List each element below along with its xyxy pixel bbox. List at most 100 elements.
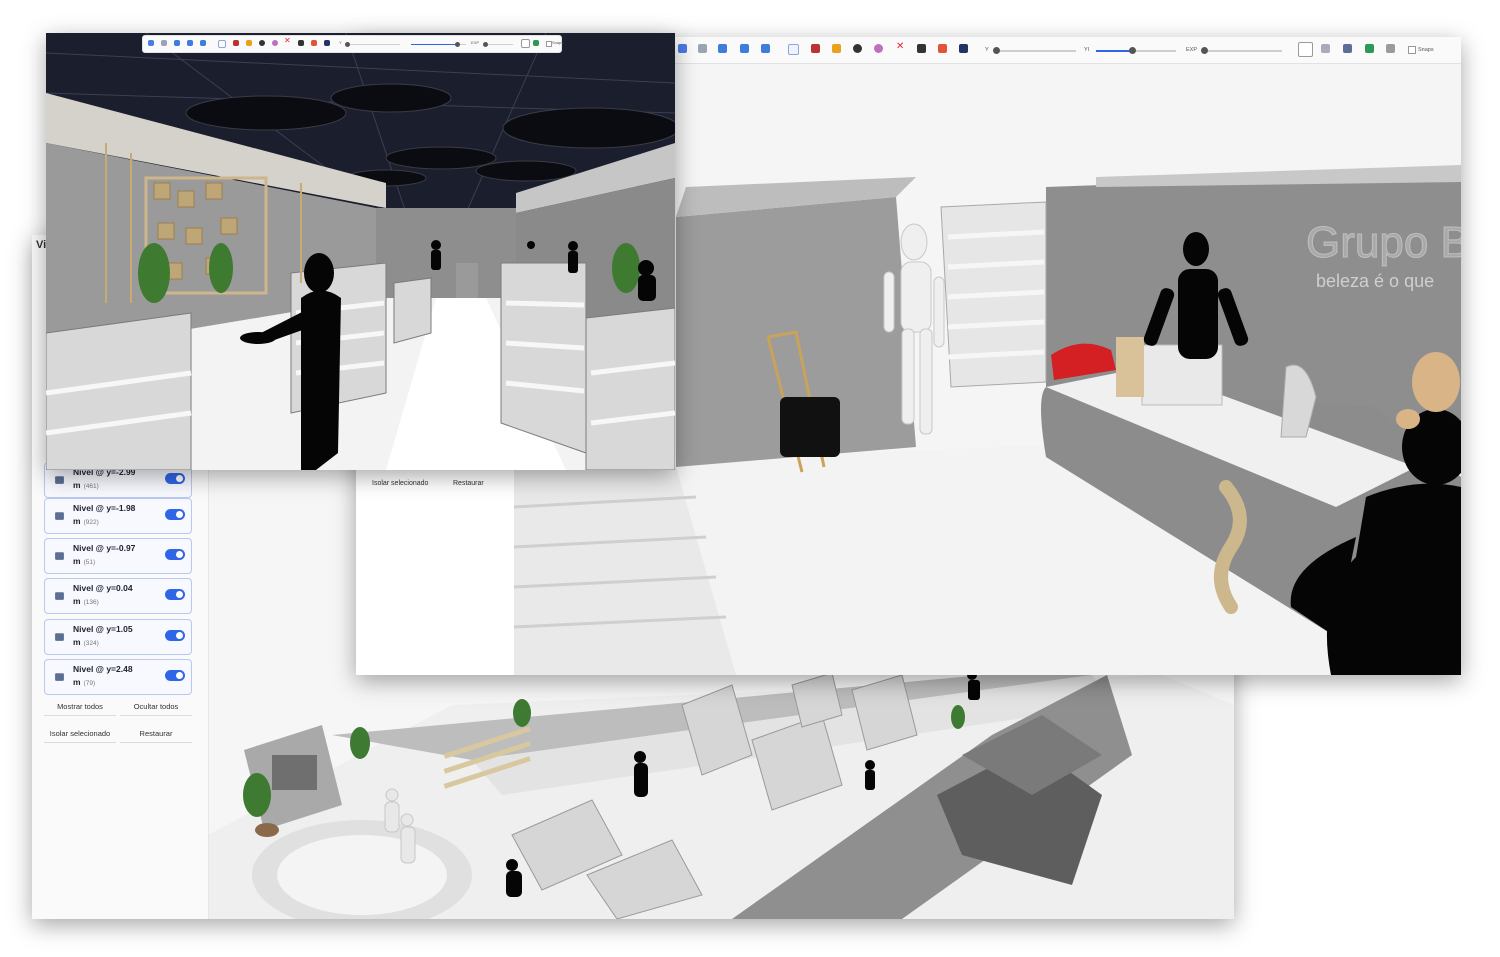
exp-slider-label: EXP <box>471 40 480 45</box>
close-icon[interactable]: ✕ <box>896 41 905 52</box>
save-icon[interactable] <box>324 40 330 46</box>
y-slider[interactable] <box>345 42 400 47</box>
ruler-icon[interactable] <box>1321 44 1330 53</box>
exp-slider[interactable] <box>1201 47 1282 54</box>
level-count: (79) <box>83 680 96 687</box>
y-slider-knob[interactable] <box>993 47 1000 54</box>
level-label: Nivel @ y=2.48 <box>73 664 133 674</box>
level-count: (461) <box>83 483 99 490</box>
trash-icon[interactable] <box>1386 44 1395 53</box>
level-unit: m (51) <box>73 556 96 566</box>
level-row[interactable]: Nivel @ y=0.04 m (136) <box>44 578 192 614</box>
snaps-label: Snaps <box>552 40 564 45</box>
level-row[interactable]: Nivel @ y=2.48 m (79) <box>44 659 192 695</box>
level-unit: m (136) <box>73 596 99 606</box>
close-icon[interactable]: ✕ <box>284 36 293 45</box>
yi-slider-knob[interactable] <box>1129 47 1136 54</box>
export-icon[interactable] <box>1365 44 1374 53</box>
show-all-button[interactable]: Mostrar todos <box>44 699 116 716</box>
cut-icon[interactable] <box>233 40 239 46</box>
color-swatch-icon[interactable] <box>938 44 947 53</box>
level-visibility-toggle[interactable] <box>165 509 185 520</box>
front-app-window: ✕ Y EXP Snaps <box>46 33 675 470</box>
paint-icon[interactable] <box>874 44 883 53</box>
level-row[interactable]: Nivel @ y=-1.98 m (922) <box>44 498 192 534</box>
paint-icon[interactable] <box>272 40 278 46</box>
level-label: Nivel @ y=0.04 <box>73 583 133 593</box>
lock-icon[interactable] <box>246 40 252 46</box>
exp-slider-knob[interactable] <box>1201 47 1208 54</box>
layer-icon <box>55 673 64 681</box>
camera-top-icon[interactable] <box>200 40 206 46</box>
exp-slider-label: EXP <box>1186 47 1198 53</box>
yi-slider-fill <box>1096 50 1132 52</box>
level-label: Nivel @ y=-0.97 <box>73 543 136 553</box>
pen-icon[interactable] <box>1298 42 1313 57</box>
isolate-selected-button[interactable]: Isolar selecionado <box>372 480 428 487</box>
export-icon[interactable] <box>533 40 539 46</box>
camera-side-icon[interactable] <box>187 40 193 46</box>
camera-top-icon[interactable] <box>761 44 770 53</box>
measure-icon[interactable] <box>698 44 707 53</box>
select-icon[interactable] <box>218 40 226 48</box>
layer-icon <box>55 476 64 484</box>
yi-slider[interactable] <box>1096 47 1176 54</box>
yi-slider[interactable] <box>411 42 466 47</box>
y-slider-label: Y <box>339 40 342 45</box>
level-visibility-toggle[interactable] <box>165 670 185 681</box>
stop-icon[interactable] <box>298 40 304 46</box>
wall-sign-brand: Grupo Bo <box>1306 218 1461 267</box>
wall-sign-tagline: beleza é o que <box>1316 271 1434 291</box>
level-count: (136) <box>83 599 99 606</box>
level-unit: m (324) <box>73 637 99 647</box>
layer-icon <box>55 552 64 560</box>
stop-icon[interactable] <box>917 44 926 53</box>
exp-slider[interactable] <box>483 42 513 47</box>
level-visibility-toggle[interactable] <box>165 473 185 484</box>
y-slider[interactable] <box>993 47 1076 54</box>
level-unit: m (461) <box>73 480 99 490</box>
level-visibility-toggle[interactable] <box>165 630 185 641</box>
sidebar-title: Vi <box>36 239 47 251</box>
snaps-label: Snaps <box>1418 47 1434 53</box>
point-icon[interactable] <box>259 40 265 46</box>
level-unit: m (79) <box>73 677 96 687</box>
level-count: (922) <box>83 519 99 526</box>
select-icon[interactable] <box>788 44 799 55</box>
restore-button[interactable]: Restaurar <box>120 726 192 743</box>
level-label: Nivel @ y=-1.98 <box>73 503 136 513</box>
image-icon[interactable] <box>1343 44 1352 53</box>
level-visibility-toggle[interactable] <box>165 549 185 560</box>
store-aisle-viewport[interactable] <box>46 33 675 470</box>
zoom-icon[interactable] <box>148 40 154 46</box>
exp-slider-knob[interactable] <box>483 42 488 47</box>
zoom-icon[interactable] <box>678 44 687 53</box>
camera-side-icon[interactable] <box>740 44 749 53</box>
level-row[interactable]: Nivel @ y=-0.97 m (51) <box>44 538 192 574</box>
yi-slider-label: YI <box>1084 47 1090 53</box>
layer-icon <box>55 512 64 520</box>
snaps-checkbox[interactable] <box>1408 46 1416 54</box>
color-swatch-icon[interactable] <box>311 40 317 46</box>
point-icon[interactable] <box>853 44 862 53</box>
lock-icon[interactable] <box>832 44 841 53</box>
level-label: Nivel @ y=1.05 <box>73 624 133 634</box>
layer-icon <box>55 592 64 600</box>
level-count: (324) <box>83 640 99 647</box>
save-icon[interactable] <box>959 44 968 53</box>
yi-slider-knob[interactable] <box>454 42 460 47</box>
y-slider-knob[interactable] <box>345 42 350 47</box>
level-row[interactable]: Nivel @ y=1.05 m (324) <box>44 619 192 655</box>
cut-icon[interactable] <box>811 44 820 53</box>
measure-icon[interactable] <box>161 40 167 46</box>
restore-button[interactable]: Restaurar <box>453 480 484 487</box>
isolate-selected-button[interactable]: Isolar selecionado <box>44 726 116 743</box>
camera-front-icon[interactable] <box>174 40 180 46</box>
hide-all-button[interactable]: Ocultar todos <box>120 699 192 716</box>
pen-icon[interactable] <box>521 39 530 48</box>
camera-front-icon[interactable] <box>718 44 727 53</box>
level-visibility-toggle[interactable] <box>165 589 185 600</box>
level-count: (51) <box>83 559 96 566</box>
yi-slider-fill <box>411 44 458 45</box>
layer-icon <box>55 633 64 641</box>
